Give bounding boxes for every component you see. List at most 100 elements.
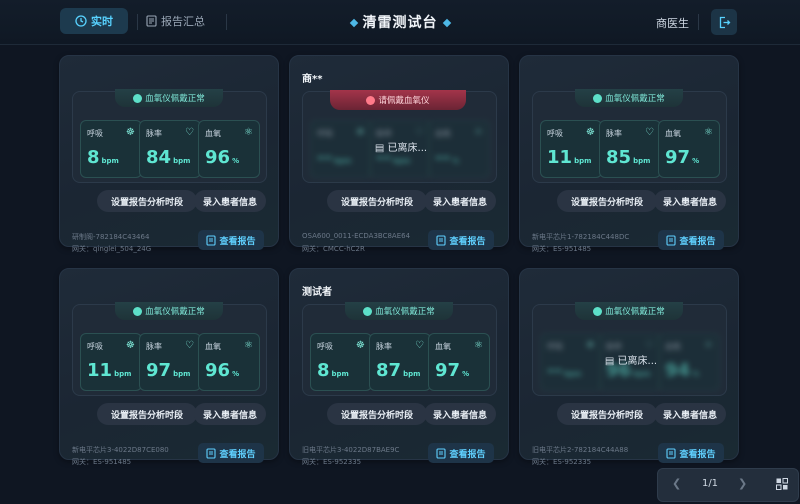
breath-icon: ☸ xyxy=(356,127,365,138)
spo2-icon: ⚛ xyxy=(244,340,253,351)
check-circle-icon xyxy=(593,93,603,103)
vital-label: 呼吸 xyxy=(87,129,103,138)
enter-patient-info-button[interactable]: 录入患者信息 xyxy=(654,403,726,425)
set-analysis-period-button[interactable]: 设置报告分析时段 xyxy=(97,190,197,212)
view-report-button[interactable]: 查看报告 xyxy=(658,443,724,463)
status-text: 血氧仪佩戴正常 xyxy=(605,94,665,104)
clock-icon xyxy=(75,15,87,27)
vital-label: 血氧 xyxy=(205,342,221,351)
vital-pulse: 脉率 ♡ 84 bpm xyxy=(139,120,201,178)
prev-page-icon[interactable]: ❮ xyxy=(672,477,681,490)
vital-unit: bpm xyxy=(333,157,352,165)
vital-label: 血氧 xyxy=(435,129,451,138)
top-bar: 实时 报告汇总 清雷测试台 商医生 xyxy=(0,0,800,45)
vital-label: 脉率 xyxy=(606,129,622,138)
set-analysis-period-button[interactable]: 设置报告分析时段 xyxy=(327,190,427,212)
tab-reports-label: 报告汇总 xyxy=(161,15,205,28)
check-circle-icon xyxy=(133,93,143,103)
tab-reports[interactable]: 报告汇总 xyxy=(146,8,216,34)
patient-name: 测试者 xyxy=(302,287,332,298)
patient-card[interactable]: 呼吸 ☸ 11 bpm 脉率 ♡ 85 bpm 血氧 ⚛ 97% 血氧仪佩戴正常 设置… xyxy=(519,55,739,253)
enter-patient-info-button[interactable]: 录入患者信息 xyxy=(654,190,726,212)
vital-label: 脉率 xyxy=(146,129,162,138)
check-circle-icon xyxy=(133,306,143,316)
check-circle-icon xyxy=(593,306,603,316)
vital-breath: 呼吸 ☸ 11 bpm xyxy=(80,333,142,391)
vital-number: 96 xyxy=(205,360,231,381)
set-analysis-period-button[interactable]: 设置报告分析时段 xyxy=(327,403,427,425)
divider xyxy=(226,14,227,30)
patient-card[interactable]: 呼吸 ☸ 11 bpm 脉率 ♡ 97 bpm 血氧 ⚛ 96% 血氧仪佩戴正常 设置… xyxy=(59,268,279,466)
vital-value: 96% xyxy=(205,360,239,381)
enter-patient-info-button[interactable]: 录入患者信息 xyxy=(194,403,266,425)
vital-unit: bpm xyxy=(173,157,191,165)
set-analysis-period-button[interactable]: 设置报告分析时段 xyxy=(557,403,657,425)
breath-icon: ☸ xyxy=(586,127,595,138)
spo2-icon: ⚛ xyxy=(244,127,253,138)
diamond-icon xyxy=(442,18,451,28)
vital-number: -- xyxy=(547,360,562,381)
vital-value: 85 bpm xyxy=(606,147,650,168)
next-page-icon[interactable]: ❯ xyxy=(738,477,747,490)
vital-breath: 呼吸 ☸ 11 bpm xyxy=(540,120,602,178)
gateway-id: 网关：CMCC-hC2R xyxy=(302,245,365,253)
vital-pulse: 脉率 ♡ 85 bpm xyxy=(599,120,661,178)
vital-breath: 呼吸 ☸ 8 bpm xyxy=(310,333,372,391)
vital-number: -- xyxy=(317,147,332,168)
vital-spo2: 血氧 ⚛ 96% xyxy=(198,120,260,178)
enter-patient-info-button[interactable]: 录入患者信息 xyxy=(424,190,496,212)
doctor-name[interactable]: 商医生 xyxy=(656,15,689,31)
patient-card[interactable]: 商** 呼吸 ☸ -- bpm 脉率 ♡ -- bpm 血氧 ⚛ --% ▤ 已离床… xyxy=(289,55,509,253)
device-id: 新电平芯片3-4022D87CE080 xyxy=(72,446,169,454)
page-title: 清雷测试台 xyxy=(340,12,460,32)
oximeter-status-badge: 请佩戴血氧仪 xyxy=(330,90,466,110)
device-id: 旧电平芯片2-782184C44A88 xyxy=(532,446,629,454)
vital-unit: bpm xyxy=(331,370,349,378)
view-report-label: 查看报告 xyxy=(679,449,716,460)
set-analysis-period-button[interactable]: 设置报告分析时段 xyxy=(97,403,197,425)
enter-patient-info-button[interactable]: 录入患者信息 xyxy=(194,190,266,212)
vital-unit: bpm xyxy=(403,370,421,378)
vital-number: 97 xyxy=(146,360,172,381)
vital-unit: % xyxy=(451,157,459,165)
view-report-label: 查看报告 xyxy=(679,236,716,247)
report-icon xyxy=(206,234,217,246)
set-analysis-period-button[interactable]: 设置报告分析时段 xyxy=(557,190,657,212)
tab-realtime[interactable]: 实时 xyxy=(60,8,128,34)
view-report-button[interactable]: 查看报告 xyxy=(428,443,494,463)
vital-unit: bpm xyxy=(114,370,132,378)
vital-unit: bpm xyxy=(633,157,651,165)
device-id: 旧电平芯片3-4022D87BAE9C xyxy=(302,446,400,454)
pulse-icon: ♡ xyxy=(415,340,424,351)
status-text: 血氧仪佩戴正常 xyxy=(375,307,435,317)
spo2-icon: ⚛ xyxy=(704,340,713,351)
away-from-bed-indicator: ▤ 已离床... xyxy=(576,352,686,367)
diamond-icon xyxy=(349,18,358,28)
view-report-button[interactable]: 查看报告 xyxy=(198,230,264,250)
view-report-button[interactable]: 查看报告 xyxy=(658,230,724,250)
vital-value: 87 bpm xyxy=(376,360,420,381)
vital-value: 97% xyxy=(665,147,699,168)
patient-card[interactable]: 呼吸 ☸ 8 bpm 脉率 ♡ 84 bpm 血氧 ⚛ 96% 血氧仪佩戴正常 设置报… xyxy=(59,55,279,253)
view-report-button[interactable]: 查看报告 xyxy=(198,443,264,463)
breath-icon: ☸ xyxy=(126,340,135,351)
tab-realtime-label: 实时 xyxy=(91,15,113,28)
oximeter-status-badge: 血氧仪佩戴正常 xyxy=(575,89,683,107)
logout-button[interactable] xyxy=(711,9,737,35)
vital-number: 11 xyxy=(87,360,113,381)
vital-number: 97 xyxy=(665,147,691,168)
device-id: OSA600_0011-ECDA3BC8AE64 xyxy=(302,232,411,240)
vital-number: 8 xyxy=(87,147,100,168)
enter-patient-info-button[interactable]: 录入患者信息 xyxy=(424,403,496,425)
spo2-icon: ⚛ xyxy=(474,127,483,138)
vital-value: 84 bpm xyxy=(146,147,190,168)
view-report-button[interactable]: 查看报告 xyxy=(428,230,494,250)
patient-card[interactable]: 呼吸 ☸ -- bpm 脉率 ♡ 96 bpm 血氧 ⚛ 94% ▤ 已离床... 血… xyxy=(519,268,739,466)
vital-number: 97 xyxy=(435,360,461,381)
bed-icon: ▤ xyxy=(604,356,615,367)
status-text: 血氧仪佩戴正常 xyxy=(605,307,665,317)
report-icon xyxy=(666,234,677,246)
patient-card[interactable]: 测试者 呼吸 ☸ 8 bpm 脉率 ♡ 87 bpm 血氧 ⚛ 97% 血氧仪佩戴正… xyxy=(289,268,509,466)
status-text: 血氧仪佩戴正常 xyxy=(145,94,205,104)
grid-view-icon[interactable] xyxy=(776,478,788,490)
